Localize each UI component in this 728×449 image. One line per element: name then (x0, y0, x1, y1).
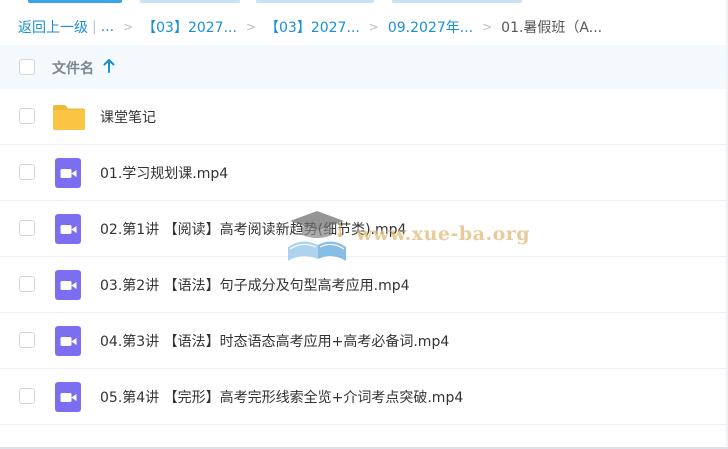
video-file-icon (55, 158, 81, 188)
breadcrumb-ellipsis[interactable]: ... (101, 19, 114, 35)
file-row[interactable]: 05.第4讲 【完形】高考完形线索全览+介词考点突破.mp4 (0, 369, 728, 425)
chevron-right-icon: > (482, 20, 493, 34)
video-file-icon (55, 214, 81, 244)
arrow-up-icon[interactable] (102, 57, 116, 75)
row-checkbox[interactable] (19, 164, 35, 180)
breadcrumb: 返回上一级 | ... > 【03】2027... > 【03】2027... … (18, 15, 602, 39)
video-file-icon (55, 326, 81, 356)
breadcrumb-item[interactable]: 【03】2027... (142, 17, 237, 37)
row-checkbox[interactable] (19, 332, 35, 348)
breadcrumb-current: 01.暑假班（A... (501, 20, 603, 36)
breadcrumb-item[interactable]: 09.2027年... (388, 17, 473, 37)
video-file-icon (55, 270, 81, 300)
file-name: 课堂笔记 (100, 110, 156, 126)
video-file-icon (55, 382, 81, 412)
chevron-right-icon: > (245, 20, 256, 34)
row-checkbox[interactable] (19, 108, 35, 124)
breadcrumb-divider: | (92, 19, 97, 35)
back-link[interactable]: 返回上一级 (18, 17, 88, 37)
chevron-right-icon: > (368, 20, 379, 34)
file-name: 01.学习规划课.mp4 (100, 166, 229, 182)
column-header-filename[interactable]: 文件名 (52, 58, 94, 78)
file-row[interactable]: 01.学习规划课.mp4 (0, 145, 728, 201)
row-checkbox[interactable] (19, 220, 35, 236)
row-checkbox[interactable] (19, 276, 35, 292)
file-row[interactable]: 02.第1讲 【阅读】高考阅读新趋势(细节类).mp4 (0, 201, 728, 257)
file-name: 03.第2讲 【语法】句子成分及句型高考应用.mp4 (100, 278, 410, 294)
chevron-right-icon: > (123, 20, 134, 34)
file-row[interactable]: 课堂笔记 (0, 89, 728, 145)
file-name: 02.第1讲 【阅读】高考阅读新趋势(细节类).mp4 (100, 222, 407, 238)
tab-strip-indicator (28, 0, 122, 3)
tab-strip-indicator (140, 0, 240, 3)
file-name: 05.第4讲 【完形】高考完形线索全览+介词考点突破.mp4 (100, 390, 464, 406)
row-checkbox[interactable] (19, 388, 35, 404)
file-list-header: 文件名 (0, 45, 728, 89)
file-row[interactable]: 04.第3讲 【语法】时态语态高考应用+高考必备词.mp4 (0, 313, 728, 369)
file-row[interactable]: 03.第2讲 【语法】句子成分及句型高考应用.mp4 (0, 257, 728, 313)
file-list: 课堂笔记 01.学习规划课.mp4 02.第1讲 【阅读】高考阅读新趋势(细节类… (0, 89, 728, 425)
file-name: 04.第3讲 【语法】时态语态高考应用+高考必备词.mp4 (100, 334, 450, 350)
tab-strip-indicator (256, 0, 374, 3)
tab-strip-indicator (392, 0, 522, 3)
select-all-checkbox[interactable] (19, 59, 35, 75)
breadcrumb-item[interactable]: 【03】2027... (265, 17, 360, 37)
folder-icon (53, 105, 85, 130)
